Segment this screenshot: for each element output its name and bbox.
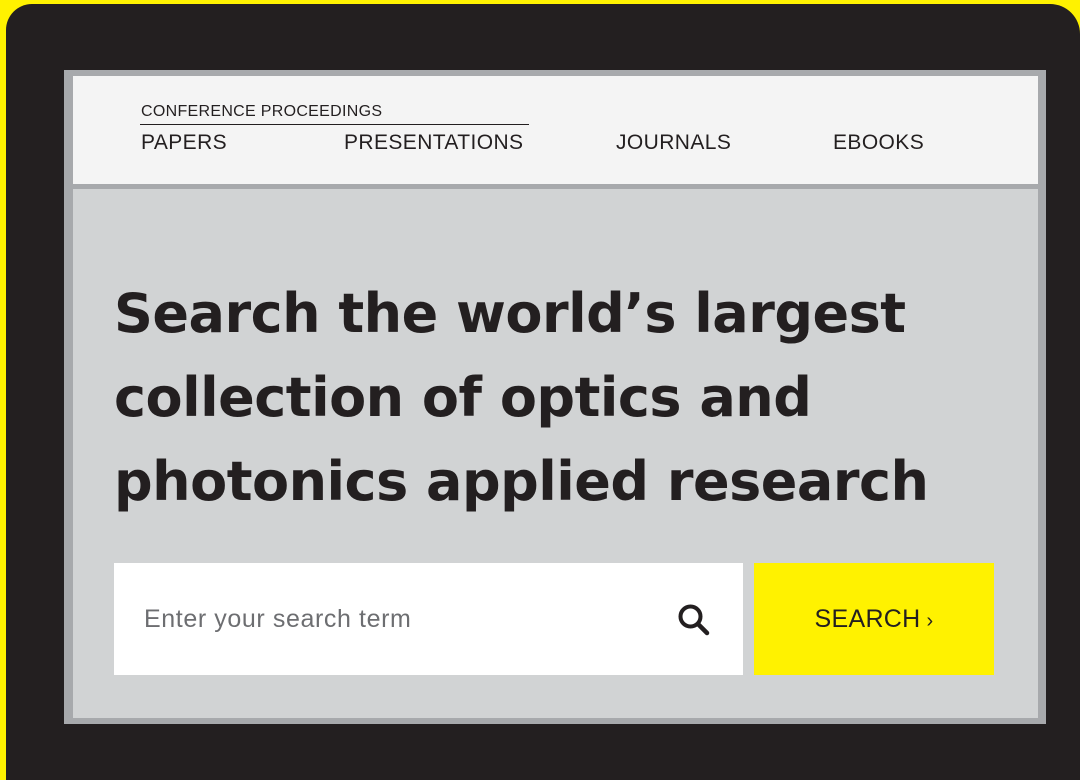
hero-headline-line-2: collection of optics and xyxy=(114,366,812,429)
hero-headline-line-1: Search the world’s largest xyxy=(114,282,906,345)
nav-group-divider xyxy=(140,124,529,125)
search-box xyxy=(114,563,743,675)
top-navigation: CONFERENCE PROCEEDINGS PAPERS PRESENTATI… xyxy=(73,76,1038,184)
screen: CONFERENCE PROCEEDINGS PAPERS PRESENTATI… xyxy=(64,70,1046,724)
device-bezel: CONFERENCE PROCEEDINGS PAPERS PRESENTATI… xyxy=(6,4,1080,780)
search-icon[interactable] xyxy=(676,602,712,638)
hero-section: Search the world’s largest collection of… xyxy=(73,189,1038,718)
nav-link-papers[interactable]: PAPERS xyxy=(141,131,227,155)
nav-link-ebooks[interactable]: EBOOKS xyxy=(833,131,924,155)
nav-link-journals[interactable]: JOURNALS xyxy=(616,131,731,155)
search-input[interactable] xyxy=(114,563,654,675)
chevron-right-icon: › xyxy=(926,609,934,632)
search-button[interactable]: SEARCH › xyxy=(754,563,994,675)
outer-frame: CONFERENCE PROCEEDINGS PAPERS PRESENTATI… xyxy=(0,0,1080,780)
search-button-label: SEARCH xyxy=(814,604,921,633)
hero-headline-line-3: photonics applied research xyxy=(114,450,929,513)
nav-group-label-conference-proceedings: CONFERENCE PROCEEDINGS xyxy=(141,103,383,120)
nav-link-presentations[interactable]: PRESENTATIONS xyxy=(344,131,523,155)
hero-headline: Search the world’s largest collection of… xyxy=(114,272,1014,524)
